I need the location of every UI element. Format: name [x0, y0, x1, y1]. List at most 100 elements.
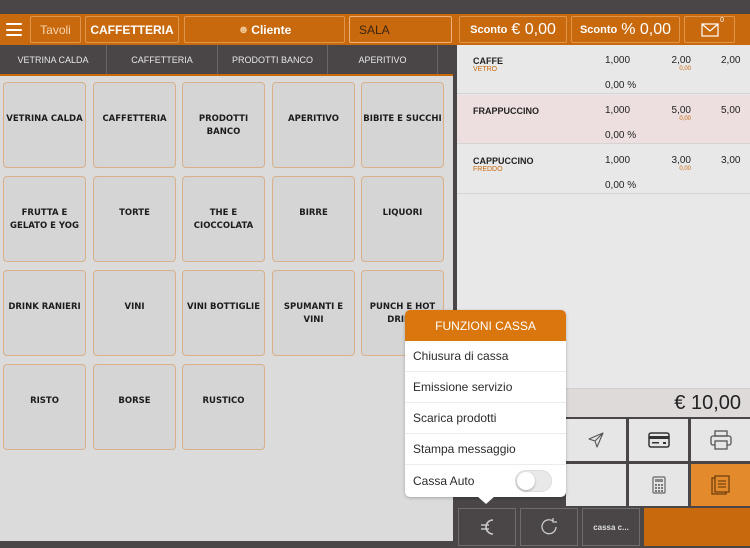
category-tile[interactable]: LIQUORI	[361, 176, 444, 262]
receipt-button[interactable]	[691, 464, 750, 506]
card-payment-button[interactable]	[629, 419, 688, 461]
cliente-label: Cliente	[251, 22, 292, 37]
status-bar	[0, 0, 750, 14]
tile-label: TORTE	[119, 208, 150, 218]
receipt-row[interactable]: CAFFE VETRO 1,000 2,00 0,00 2,00 0,00 %	[457, 45, 750, 94]
category-tile[interactable]: BIBITE E SUCCHI	[361, 82, 444, 168]
category-tile[interactable]: DRINK RANIERI	[3, 270, 86, 356]
envelope-icon	[700, 22, 719, 37]
category-tile[interactable]: BORSE	[93, 364, 176, 450]
category-tile[interactable]: TORTE	[93, 176, 176, 262]
category-tile[interactable]: SPUMANTI E VINI	[272, 270, 355, 356]
menu-item-chiusura-cassa[interactable]: Chiusura di cassa	[405, 341, 566, 372]
category-tile[interactable]: RUSTICO	[182, 364, 265, 450]
document-icon	[710, 475, 730, 495]
item-price-discount: 0,00	[679, 66, 691, 72]
tavoli-button[interactable]: Tavoli	[30, 16, 81, 43]
item-name: CAFFE	[473, 56, 503, 66]
tab-label: PRODOTTI BANCO	[231, 54, 313, 65]
category-tile[interactable]: VINI BOTTIGLIE	[182, 270, 265, 356]
calculator-icon	[651, 476, 666, 494]
menu-item-stampa-messaggio[interactable]: Stampa messaggio	[405, 434, 566, 465]
category-tile[interactable]: THE E CIOCCOLATA	[182, 176, 265, 262]
credit-card-icon	[647, 432, 670, 448]
category-tile[interactable]: BIRRE	[272, 176, 355, 262]
tavoli-label: Tavoli	[40, 22, 71, 37]
category-label: CAFFETTERIA	[90, 22, 174, 37]
menu-item-label: Stampa messaggio	[413, 442, 516, 456]
messages-button[interactable]: 0	[684, 16, 735, 43]
category-tile[interactable]: VETRINA CALDA	[3, 82, 86, 168]
euro-icon	[481, 519, 494, 535]
cliente-button[interactable]: ☻ Cliente	[184, 16, 345, 43]
person-icon: ☻	[237, 23, 250, 36]
tab-label: VETRINA CALDA	[17, 54, 89, 65]
category-tile[interactable]: APERITIVO	[272, 82, 355, 168]
item-price: 5,00	[671, 105, 691, 116]
category-tile[interactable]: RISTO	[3, 364, 86, 450]
sconto-percent-label: Sconto	[579, 23, 618, 36]
hamburger-menu-icon[interactable]	[6, 23, 22, 36]
print-button[interactable]	[691, 419, 750, 461]
tab-prodotti-banco[interactable]: PRODOTTI BANCO	[218, 45, 328, 74]
item-name: CAPPUCCINO	[473, 156, 534, 166]
category-tile[interactable]: CAFFETTERIA	[93, 82, 176, 168]
item-discount-pct: 0,00 %	[605, 80, 637, 91]
item-total: 5,00	[721, 105, 741, 116]
receipt-row[interactable]: CAPPUCCINO FREDDO 1,000 3,00 0,00 3,00 0…	[457, 145, 750, 194]
paper-plane-icon	[588, 432, 604, 448]
item-discount-pct: 0,00 %	[605, 180, 637, 191]
tile-label: FRUTTA E GELATO E YOG	[10, 208, 79, 231]
menu-item-cassa-auto: Cassa Auto	[405, 465, 566, 496]
item-price: 2,00	[671, 55, 691, 66]
sconto-euro-button[interactable]: Sconto € 0,00	[459, 16, 567, 43]
receipt-row[interactable]: FRAPPUCCINO 1,000 5,00 0,00 5,00 0,00 %	[457, 95, 750, 144]
category-tile[interactable]: VINI	[93, 270, 176, 356]
popover-arrow	[477, 496, 495, 504]
tile-label: PRODOTTI BANCO	[198, 114, 249, 137]
tile-label: APERITIVO	[288, 114, 339, 124]
category-button[interactable]: CAFFETTERIA	[85, 16, 179, 43]
funzioni-cassa-popover: FUNZIONI CASSA Chiusura di cassa Emissio…	[405, 310, 566, 497]
tab-aperitivo[interactable]: APERITIVO	[328, 45, 438, 74]
sconto-euro-label: Sconto	[470, 23, 508, 36]
tile-label: VINI	[124, 302, 145, 312]
blank-key[interactable]	[566, 464, 626, 506]
menu-item-scarica-prodotti[interactable]: Scarica prodotti	[405, 403, 566, 434]
sconto-percent-button[interactable]: Sconto % 0,00	[571, 16, 680, 43]
item-total: 2,00	[721, 55, 741, 66]
category-tile[interactable]: FRUTTA E GELATO E YOG	[3, 176, 86, 262]
tile-label: THE E CIOCCOLATA	[193, 208, 254, 231]
sala-field[interactable]: SALA	[349, 16, 452, 43]
menu-item-label: Emissione servizio	[413, 380, 513, 394]
tile-label: VINI BOTTIGLIE	[187, 302, 260, 312]
calculator-button[interactable]	[629, 464, 688, 506]
category-tile[interactable]: PRODOTTI BANCO	[182, 82, 265, 168]
menu-item-emissione-servizio[interactable]: Emissione servizio	[405, 372, 566, 403]
send-button[interactable]	[566, 419, 626, 461]
tile-label: LIQUORI	[382, 208, 423, 218]
refresh-icon	[541, 518, 557, 535]
popover-title: FUNZIONI CASSA	[405, 310, 566, 341]
tile-label: BIRRE	[299, 208, 328, 218]
pay-button[interactable]	[644, 508, 750, 546]
sconto-percent-value: % 0,00	[621, 20, 672, 38]
cassa-auto-toggle[interactable]	[515, 469, 552, 492]
item-qty: 1,000	[605, 155, 631, 166]
tile-label: CAFFETTERIA	[102, 114, 167, 124]
item-total: 3,00	[721, 155, 741, 166]
printer-icon	[709, 430, 732, 450]
tile-label: RUSTICO	[202, 396, 245, 406]
item-price-discount: 0,00	[679, 166, 691, 172]
tile-label: DRINK RANIERI	[8, 302, 81, 312]
messages-badge: 0	[720, 17, 724, 24]
item-price-discount: 0,00	[679, 116, 691, 122]
tab-caffetteria[interactable]: CAFFETTERIA	[107, 45, 218, 74]
funzioni-cassa-button[interactable]	[458, 508, 516, 546]
tab-vetrina-calda[interactable]: VETRINA CALDA	[0, 45, 107, 74]
tile-label: SPUMANTI E VINI	[283, 302, 344, 325]
cassa-button[interactable]: cassa c...	[582, 508, 640, 546]
refresh-button[interactable]	[520, 508, 578, 546]
item-price: 3,00	[671, 155, 691, 166]
top-header: Tavoli CAFFETTERIA ☻ Cliente SALA Sconto…	[0, 14, 750, 45]
